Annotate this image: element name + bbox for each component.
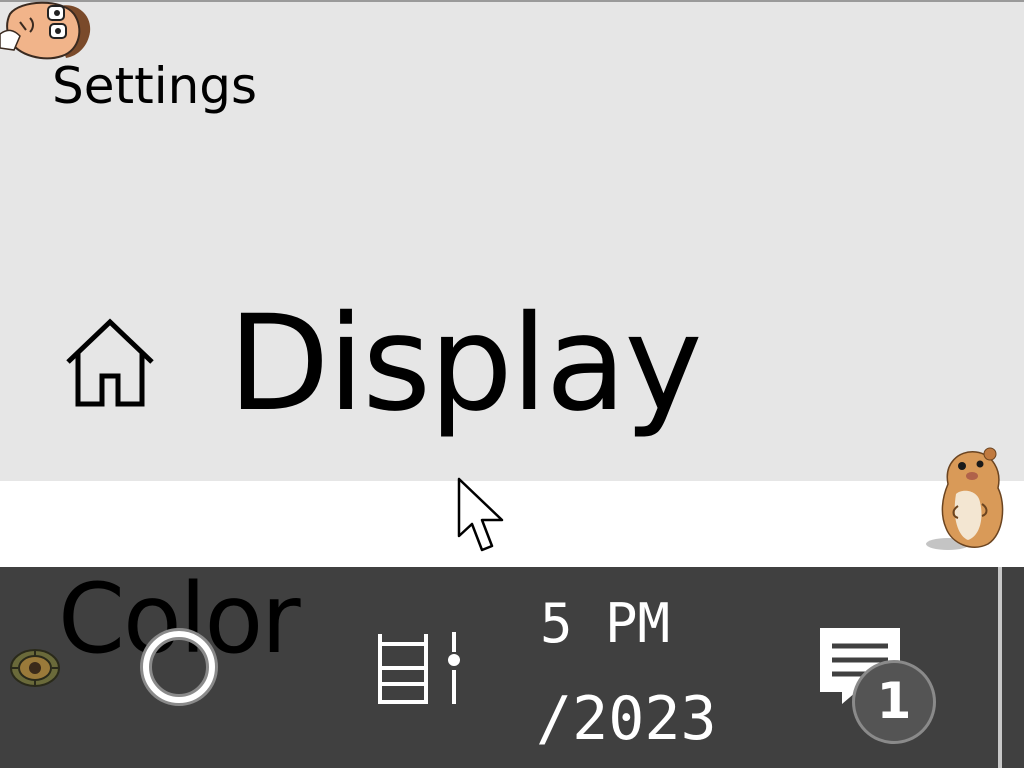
window-top-border [0,0,1024,2]
page-heading: Display [228,287,703,441]
show-desktop-divider[interactable] [998,567,1002,768]
task-view-icon[interactable] [374,628,464,708]
cartoon-man-avatar-icon[interactable] [0,0,96,64]
clock-date[interactable]: /2023 [536,684,717,754]
hamster-desktop-pet-icon[interactable] [918,444,1010,552]
mouse-pointer-icon [456,476,510,556]
content-band [0,481,1024,567]
notification-count-badge[interactable]: 1 [852,660,936,744]
search-circle-icon[interactable] [138,626,220,708]
gear-app-icon[interactable] [8,646,62,690]
clock-time[interactable]: 5 PM [540,592,670,656]
home-icon[interactable] [62,318,158,410]
desktop-screen: Settings Display Color 5 PM /2023 1 [0,0,1024,768]
window-title: Settings [52,57,258,115]
